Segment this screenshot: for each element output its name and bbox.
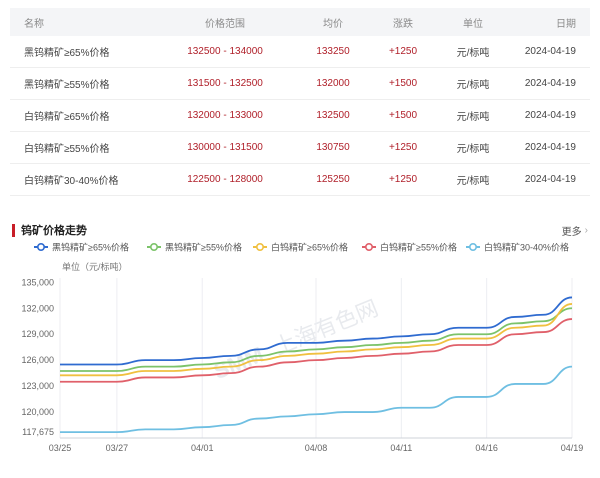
y-tick-label: 123,000 bbox=[21, 381, 54, 391]
legend-marker bbox=[36, 243, 45, 252]
legend-marker bbox=[364, 243, 373, 252]
y-axis-label: 单位（元/标吨） bbox=[62, 261, 128, 272]
legend-label: 白钨精矿30-40%价格 bbox=[484, 242, 569, 253]
x-tick-label: 03/25 bbox=[49, 443, 72, 453]
y-tick-label: 126,000 bbox=[21, 355, 54, 365]
x-tick-label: 03/27 bbox=[106, 443, 129, 453]
y-tick-label: 129,000 bbox=[21, 329, 54, 339]
y-tick-label: 132,000 bbox=[21, 303, 54, 313]
y-tick-label: 120,000 bbox=[21, 407, 54, 417]
x-tick-label: 04/16 bbox=[475, 443, 498, 453]
legend-label: 白钨精矿≥55%价格 bbox=[380, 242, 457, 253]
y-tick-label: 135,000 bbox=[21, 277, 54, 287]
legend-marker bbox=[150, 243, 159, 252]
legend-marker bbox=[255, 243, 264, 252]
legend-label: 黑钨精矿≥65%价格 bbox=[52, 242, 129, 253]
legend-marker bbox=[468, 243, 477, 252]
legend-label: 黑钨精矿≥55%价格 bbox=[165, 242, 242, 253]
x-tick-label: 04/08 bbox=[305, 443, 328, 453]
x-tick-label: 04/11 bbox=[390, 443, 412, 453]
y-tick-label: 117,675 bbox=[22, 427, 54, 437]
price-trend-chart: SMM上海有色网黑钨精矿≥65%价格 黑钨精矿≥55%价格 白钨精矿≥65%价格 白钨… bbox=[21, 242, 584, 454]
x-tick-label: 04/01 bbox=[191, 443, 214, 453]
legend-label: 白钨精矿≥65%价格 bbox=[271, 242, 348, 253]
x-tick-label: 04/19 bbox=[561, 443, 584, 453]
